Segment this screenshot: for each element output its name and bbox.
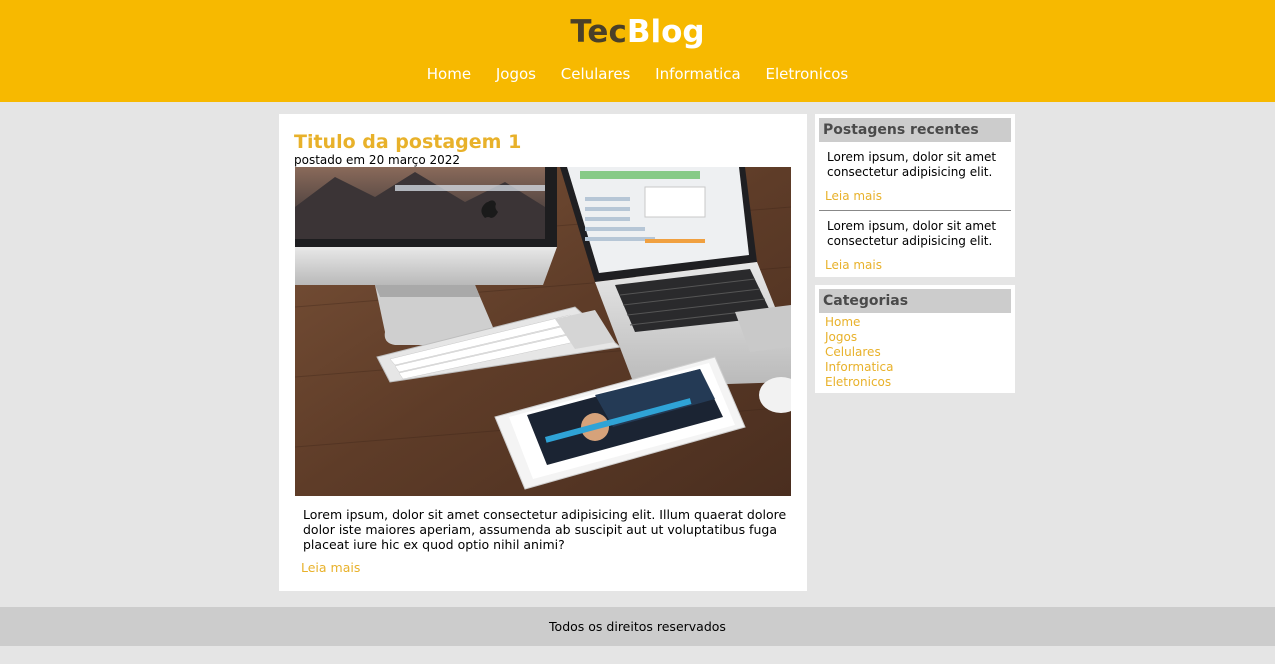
category-link-eletronicos[interactable]: Eletronicos — [825, 375, 891, 389]
recent-post-read-more-link[interactable]: Leia mais — [825, 258, 882, 273]
category-item: Home — [825, 315, 893, 330]
footer-text: Todos os direitos reservados — [549, 619, 726, 634]
category-link-home[interactable]: Home — [825, 315, 860, 329]
post-title[interactable]: Titulo da postagem 1 — [294, 130, 521, 154]
category-item: Jogos — [825, 330, 893, 345]
category-item: Eletronicos — [825, 375, 893, 390]
category-link-jogos[interactable]: Jogos — [825, 330, 857, 344]
site-footer: Todos os direitos reservados — [0, 607, 1275, 646]
category-item: Informatica — [825, 360, 893, 375]
site-logo[interactable]: TecBlog — [0, 12, 1275, 52]
nav-informatica[interactable]: Informatica — [655, 65, 741, 83]
post-card: Titulo da postagem 1 postado em 20 março… — [279, 114, 807, 591]
recent-posts-widget: Postagens recentes Lorem ipsum, dolor si… — [815, 114, 1015, 277]
categories-list: Home Jogos Celulares Informatica Eletron… — [825, 315, 893, 390]
recent-post-text: Lorem ipsum, dolor sit amet consectetur … — [827, 150, 997, 179]
post-image — [295, 167, 791, 496]
category-link-informatica[interactable]: Informatica — [825, 360, 893, 374]
nav-jogos[interactable]: Jogos — [496, 65, 536, 83]
logo-tec: Tec — [570, 14, 627, 50]
recent-divider — [819, 210, 1011, 211]
recent-post-text: Lorem ipsum, dolor sit amet consectetur … — [827, 219, 997, 248]
category-item: Celulares — [825, 345, 893, 360]
post-body: Lorem ipsum, dolor sit amet consectetur … — [303, 507, 787, 552]
recent-post-read-more-link[interactable]: Leia mais — [825, 189, 882, 204]
post-read-more-link[interactable]: Leia mais — [301, 560, 360, 575]
category-link-celulares[interactable]: Celulares — [825, 345, 881, 359]
recent-posts-title: Postagens recentes — [819, 118, 1011, 142]
nav-home[interactable]: Home — [427, 65, 471, 83]
nav-celulares[interactable]: Celulares — [561, 65, 631, 83]
logo-blog: Blog — [626, 14, 705, 50]
categories-widget: Categorias Home Jogos Celulares Informat… — [815, 285, 1015, 393]
site-header: TecBlog Home Jogos Celulares Informatica… — [0, 0, 1275, 102]
categories-title: Categorias — [819, 289, 1011, 313]
nav-eletronicos[interactable]: Eletronicos — [766, 65, 849, 83]
main-nav: Home Jogos Celulares Informatica Eletron… — [0, 64, 1275, 84]
post-date: postado em 20 março 2022 — [294, 153, 461, 167]
